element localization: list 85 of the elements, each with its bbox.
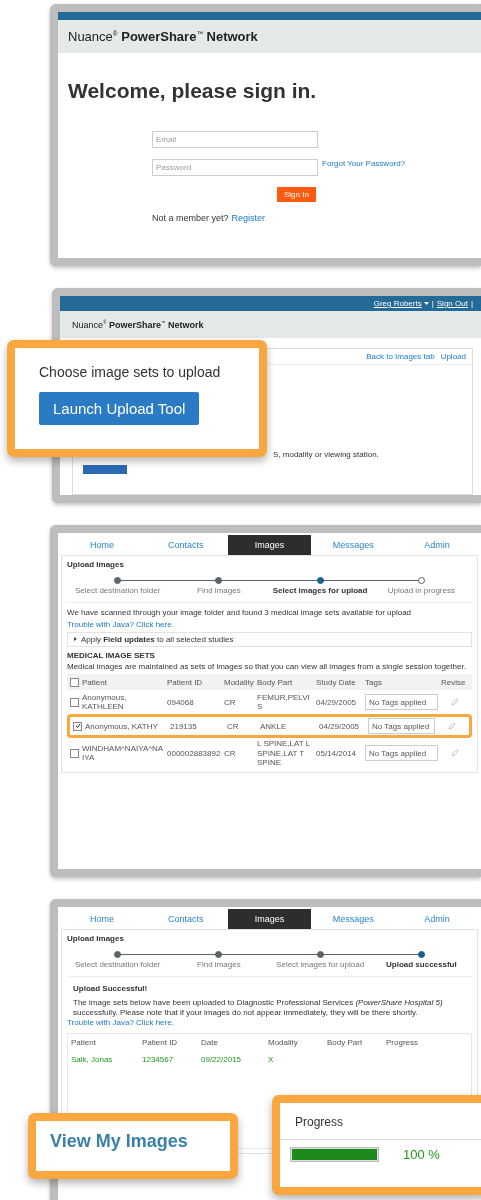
table-cell-text: 09/22/2015 [201,1055,243,1065]
sign-out-link[interactable]: Sign Out [436,299,468,308]
table-cell-text: CR [224,748,237,758]
highlighted-table-row[interactable]: Anonymous, KATHY 219135 CR ANKLE 04/29/2005 No Tags applied [67,714,472,739]
step-label: Select destination folder [74,961,161,971]
nav-tab[interactable]: Images [227,535,312,555]
step-label: Upload successful [386,961,457,971]
table-cell-text: FEMUR,PELVIS [257,693,311,712]
column-header: Patient [82,677,108,687]
instruction-text: S, modality or viewing station. [273,450,379,459]
email-field[interactable]: Email [152,131,318,148]
nav-tab[interactable]: Home [60,909,144,929]
nav-tab[interactable]: Images [227,909,312,929]
table-cell-text: 219135 [170,721,198,731]
nav-tab[interactable]: Contacts [143,535,228,555]
separator: | [431,299,434,308]
page-heading: Welcome, please sign in. [68,79,318,103]
table-cell-text: Salk, Jonas [71,1055,114,1065]
sign-in-button[interactable]: Sign In [277,187,316,202]
java-help-link[interactable]: Trouble with Java? Click here. [67,619,174,629]
table-cell-text: 094068 [167,697,195,707]
column-header: Patient [71,1038,97,1048]
table-cell-text: 04/29/2005 [316,697,358,707]
table-cell-text: ANKLE [260,721,288,731]
table-cell-text: 04/29/2005 [319,721,361,731]
column-header: Patient ID [142,1038,179,1048]
forgot-password-link[interactable]: Forgot Your Password? [322,159,406,168]
column-header: Revise [441,677,467,687]
progress-header: Progress [294,1114,344,1131]
sets-text: Medical images are maintained as sets of images so that you can view all images from a single session together. [67,661,467,673]
section-title: Upload Images [67,560,125,571]
nav-tab[interactable]: Admin [395,535,479,555]
logo: Nuance$^{®}$ PowerShare$^{™}$ Network [68,29,258,44]
nav-tab[interactable]: Admin [395,909,479,929]
card-link[interactable]: Upload [440,352,466,361]
step-label: Select images for upload [276,961,365,971]
step-label: Select destination folder [74,587,161,597]
column-header: Study Date [316,677,357,687]
table-cell-text: CR [227,721,240,731]
scan-text: We have scanned through your image folder and found 3 medical image sets available for upload [67,608,413,619]
table-cell-text: X [268,1055,275,1065]
table-cell: WINDHAM^NAIYA^NAIYA [82,743,164,763]
tags-field[interactable]: No Tags applied [365,694,438,711]
column-header: Body Part [327,1038,364,1048]
column-header: Modality [268,1038,299,1048]
success-text: The image sets below have been uploaded to Diagnostic Professional Services (PowerShare Hospital 5) successfully. Please note that if your images do not appear immediately, they will be there shortly. [73,997,444,1019]
table-cell-text: 05/14/2014 [316,748,358,758]
table-cell-text: Anonymous, KATHLEEN [82,693,128,712]
field-updates-panel[interactable]: Apply Field updates to all selected studies [67,631,472,647]
nav-tab[interactable]: Contacts [143,909,228,929]
table-cell-text: CR [224,697,237,707]
column-header: Body Part [257,677,294,687]
column-header: Modality [224,677,254,687]
step-label: Upload in progress [387,587,455,597]
card-link[interactable]: Back to Images tab [366,352,435,361]
progress-reading: 100 % [403,1147,440,1162]
tags-field[interactable]: No Tags applied [365,745,438,762]
user-menu[interactable]: Greg Roberts [373,299,429,308]
launch-upload-button[interactable]: Launch Upload Tool [39,392,200,425]
section-title: Upload Images [67,934,125,945]
view-images-link[interactable]: View My Images [50,1131,188,1152]
nav-tab[interactable]: Home [60,535,144,555]
register-link[interactable]: Register [231,213,266,223]
column-header: Date [201,1038,219,1048]
column-header: Tags [365,677,383,687]
field-updates-text: Apply Field updates to all selected studies [81,634,234,644]
password-field[interactable]: Password [152,159,318,176]
table-cell-text: 1234567 [142,1055,175,1065]
member-prompt: Not a member yet? [152,213,229,223]
step-label: Select images for upload [272,587,368,597]
step-label: Find images [197,961,241,971]
success-heading: Upload Successful! [73,984,149,995]
sets-heading: MEDICAL IMAGE SETS [67,650,156,661]
table-cell-text: L SPINE,LAT L SPINE,LAT T SPINE [257,739,311,767]
column-header: Progress [386,1038,419,1048]
callout-title: Choose image sets to upload [39,364,221,380]
column-header: Patient ID [167,677,204,687]
tags-field[interactable]: No Tags applied [368,718,435,735]
nav-tab[interactable]: Messages [311,535,396,555]
nav-tab[interactable]: Messages [311,909,396,929]
java-help-link[interactable]: Trouble with Java? Click here. [67,1018,174,1028]
step-label: Find images [197,587,241,597]
table-cell-text: Anonymous, KATHY [85,721,159,731]
separator: | [470,299,473,308]
table-cell: 000002883892 [167,748,221,758]
